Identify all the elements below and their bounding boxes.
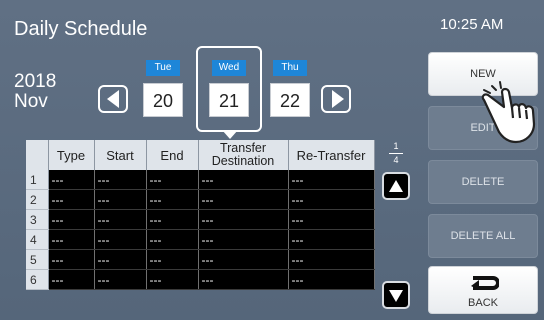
row-number: 5	[26, 249, 49, 270]
back-button[interactable]: BACK	[428, 266, 538, 314]
cell-start: ---	[94, 170, 147, 190]
cell-type: ---	[48, 170, 95, 190]
table-header-row: Type Start End Transfer Destination Re-T…	[26, 140, 375, 170]
cell-re-transfer: ---	[288, 269, 375, 290]
page-title: Daily Schedule	[14, 18, 148, 40]
col-header-type: Type	[48, 140, 95, 170]
next-day-button[interactable]	[321, 85, 351, 113]
page-current: 1	[393, 141, 399, 151]
year-month: 2018 Nov	[14, 72, 56, 112]
back-button-label: BACK	[468, 297, 498, 309]
cell-type: ---	[48, 249, 95, 270]
page-total: 4	[393, 155, 399, 165]
table-row[interactable]: 4 --- --- --- --- ---	[26, 229, 375, 250]
cell-re-transfer: ---	[288, 189, 375, 210]
day-weekday-thu: Thu	[273, 60, 307, 76]
cell-type: ---	[48, 189, 95, 210]
selected-day-pointer	[222, 130, 238, 139]
delete-all-button-label: DELETE ALL	[450, 230, 516, 242]
scroll-down-button[interactable]	[382, 281, 410, 309]
cell-re-transfer: ---	[288, 249, 375, 270]
cell-start: ---	[94, 269, 147, 290]
row-number: 2	[26, 189, 49, 210]
cell-re-transfer: ---	[288, 229, 375, 250]
day-date-wed[interactable]: 21	[209, 83, 249, 117]
row-number: 3	[26, 209, 49, 230]
day-date-tue[interactable]: 20	[143, 83, 183, 117]
clock: 10:25 AM	[440, 16, 504, 33]
col-header-transfer-destination: Transfer Destination	[198, 140, 289, 170]
delete-button-label: DELETE	[461, 176, 505, 188]
schedule-table: Type Start End Transfer Destination Re-T…	[26, 140, 375, 290]
cell-end: ---	[146, 209, 199, 230]
new-button-label: NEW	[470, 68, 496, 80]
row-number: 4	[26, 229, 49, 250]
page-indicator: 1 4	[388, 141, 404, 166]
row-number: 1	[26, 170, 49, 190]
cell-transfer-destination: ---	[198, 229, 289, 250]
return-arrow-icon	[471, 276, 499, 290]
col-header-start: Start	[94, 140, 147, 170]
col-header-re-transfer: Re-Transfer	[288, 140, 375, 170]
cell-re-transfer: ---	[288, 209, 375, 230]
year-label: 2018	[14, 71, 57, 92]
scroll-up-button[interactable]	[382, 172, 410, 200]
cell-end: ---	[146, 269, 199, 290]
cell-transfer-destination: ---	[198, 170, 289, 190]
cell-transfer-destination: ---	[198, 269, 289, 290]
day-weekday-wed: Wed	[212, 60, 246, 76]
cell-start: ---	[94, 189, 147, 210]
table-row[interactable]: 6 --- --- --- --- ---	[26, 269, 375, 290]
cell-type: ---	[48, 209, 95, 230]
col-header-end: End	[146, 140, 199, 170]
cell-start: ---	[94, 229, 147, 250]
prev-day-button[interactable]	[98, 85, 128, 113]
cell-end: ---	[146, 229, 199, 250]
table-row[interactable]: 2 --- --- --- --- ---	[26, 189, 375, 210]
cell-start: ---	[94, 249, 147, 270]
col-header-num	[26, 140, 49, 170]
table-row[interactable]: 5 --- --- --- --- ---	[26, 249, 375, 270]
cell-transfer-destination: ---	[198, 189, 289, 210]
triangle-down-icon	[389, 290, 403, 302]
triangle-up-icon	[389, 180, 403, 192]
day-date-thu[interactable]: 22	[270, 83, 310, 117]
cell-start: ---	[94, 209, 147, 230]
cell-end: ---	[146, 249, 199, 270]
delete-button[interactable]: DELETE	[428, 160, 538, 204]
delete-all-button[interactable]: DELETE ALL	[428, 214, 538, 258]
cell-end: ---	[146, 189, 199, 210]
pointing-hand-icon	[481, 81, 536, 144]
cell-transfer-destination: ---	[198, 249, 289, 270]
cell-type: ---	[48, 229, 95, 250]
row-number: 6	[26, 269, 49, 290]
cell-re-transfer: ---	[288, 170, 375, 190]
table-row[interactable]: 3 --- --- --- --- ---	[26, 209, 375, 230]
table-row[interactable]: 1 --- --- --- --- ---	[26, 170, 375, 190]
chevron-right-icon	[332, 90, 344, 108]
month-label: Nov	[14, 91, 48, 112]
page-divider	[389, 153, 403, 154]
cell-type: ---	[48, 269, 95, 290]
chevron-left-icon	[107, 90, 119, 108]
cell-end: ---	[146, 170, 199, 190]
cell-transfer-destination: ---	[198, 209, 289, 230]
day-weekday-tue: Tue	[146, 60, 180, 76]
screen: Daily Schedule 10:25 AM 2018 Nov Tue 20 …	[0, 0, 544, 320]
